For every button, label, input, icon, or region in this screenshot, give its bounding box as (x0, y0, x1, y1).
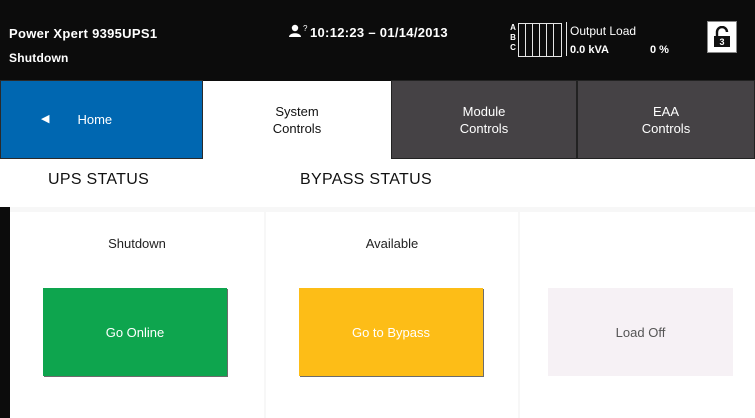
load-bar (547, 24, 554, 56)
tab-system-line1: System (275, 104, 319, 119)
user-glyph (289, 24, 301, 37)
padlock-glyph: 3 (714, 26, 730, 47)
tab-eaa-line1: EAA (652, 103, 679, 119)
go-to-bypass-button[interactable]: Go to Bypass (299, 288, 483, 376)
ups-state: Shutdown (9, 51, 69, 65)
load-bar (526, 24, 533, 56)
tab-module-line1: Module (462, 103, 506, 119)
output-percent: 0 % (650, 44, 669, 56)
load-bargraph (518, 23, 562, 57)
tab-system-line2: Controls (272, 121, 322, 136)
bypass-status-value: Available (365, 236, 419, 251)
load-bar (554, 24, 561, 56)
phase-c: C (510, 43, 516, 52)
lock-badge: 3 (719, 37, 724, 47)
date-time: 10:12:23 – 01/14/2013 (310, 25, 448, 40)
load-divider (566, 22, 567, 56)
tab-module-controls[interactable]: Module Controls (391, 80, 577, 159)
load-off-button[interactable]: Load Off (548, 288, 733, 376)
tab-eaa-controls[interactable]: EAA Controls (577, 80, 755, 159)
ups-name: Power Xpert 9395UPS1 (9, 26, 158, 41)
ups-status-value: Shutdown (108, 236, 166, 251)
back-arrow-icon: ◀ (41, 113, 50, 125)
user-badge: ? (303, 24, 308, 33)
go-online-button[interactable]: Go Online (43, 288, 227, 376)
phase-b: B (510, 33, 516, 42)
output-load-label: Output Load (570, 24, 637, 38)
load-bar (519, 24, 526, 56)
tab-system-controls[interactable]: System Controls (203, 80, 391, 159)
phase-a: A (510, 23, 516, 32)
tab-module-line2: Controls (459, 120, 509, 136)
home-label: Home (77, 112, 113, 127)
output-kva: 0.0 kVA (570, 44, 609, 56)
padlock-icon[interactable]: 3 (707, 21, 737, 53)
bypass-status-heading: BYPASS STATUS (300, 171, 432, 188)
user-icon[interactable]: ? (288, 22, 307, 39)
status-header: Power Xpert 9395UPS1 Shutdown ? 10:12:23… (0, 0, 755, 80)
tab-eaa-line2: Controls (641, 120, 691, 136)
ups-status-heading: UPS STATUS (48, 171, 150, 188)
load-bar (533, 24, 540, 56)
phase-labels: A B C (508, 23, 518, 53)
load-bar (540, 24, 547, 56)
home-button[interactable]: ◀ Home (0, 80, 203, 159)
left-edge (0, 207, 10, 418)
